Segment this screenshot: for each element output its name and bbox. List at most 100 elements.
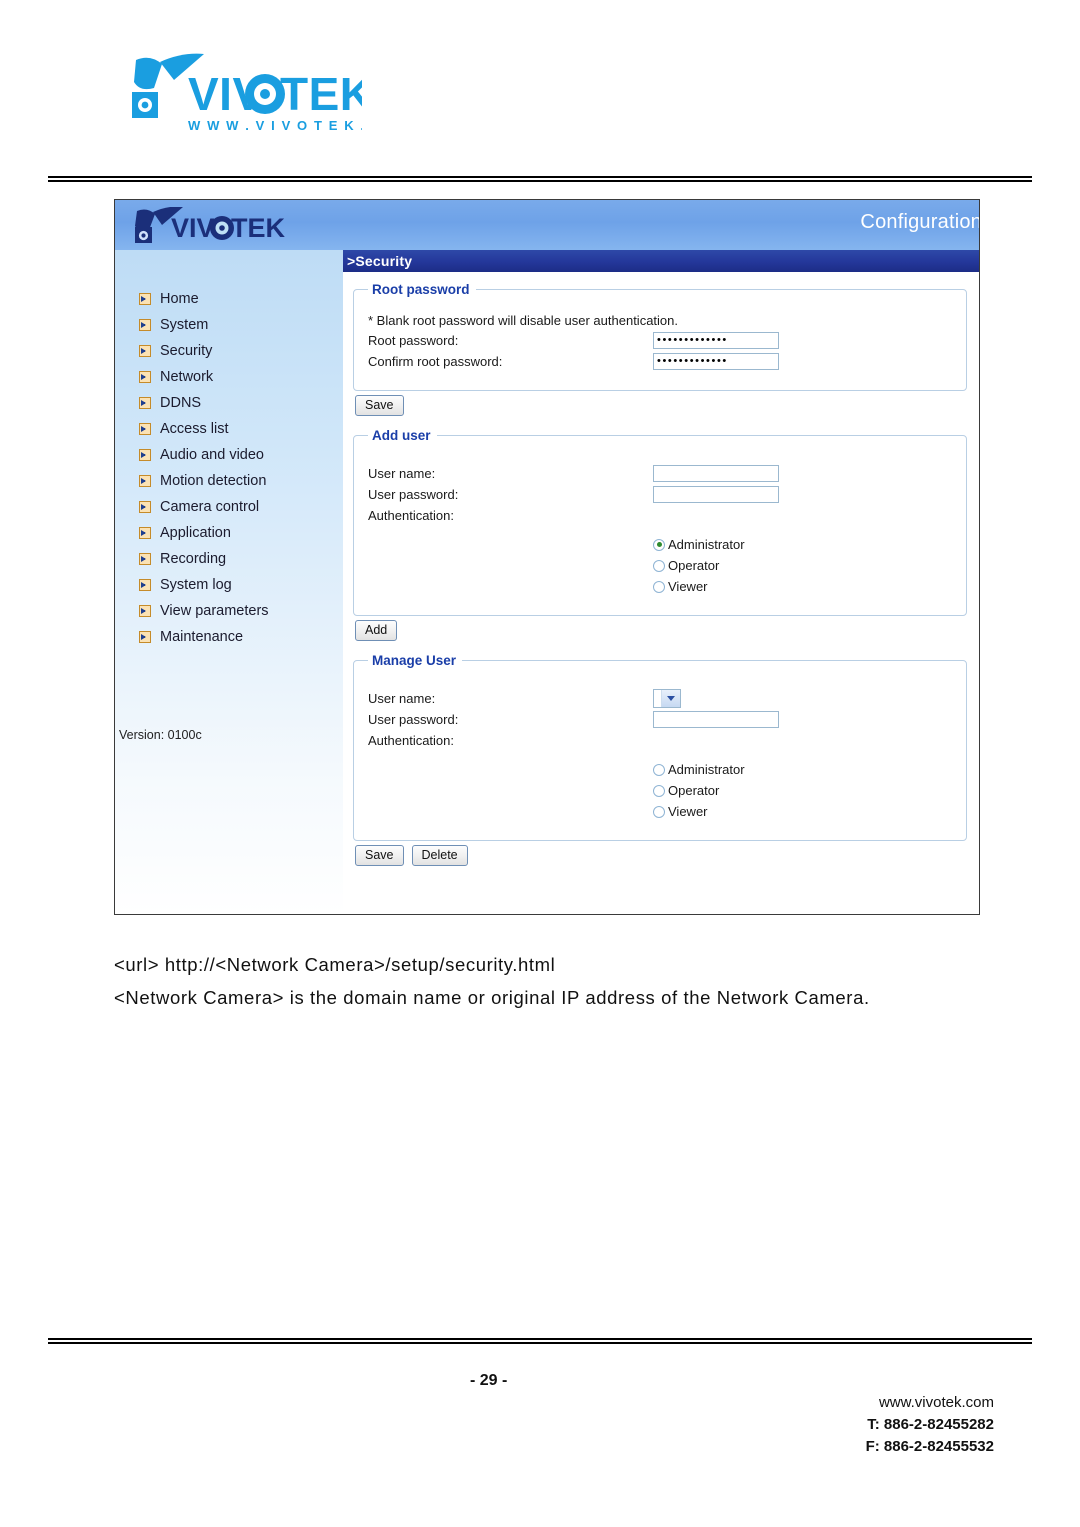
add-user-password-input[interactable] bbox=[653, 486, 779, 503]
sidebar-item-camera-control[interactable]: Camera control bbox=[115, 494, 343, 520]
arrow-right-icon bbox=[139, 293, 151, 305]
radio-icon bbox=[653, 538, 665, 551]
add-user-radio-viewer[interactable]: Viewer bbox=[653, 576, 952, 597]
add-user-button[interactable]: Add bbox=[355, 620, 398, 641]
sidebar-item-motion-detection[interactable]: Motion detection bbox=[115, 468, 343, 494]
app-body: Home System Security Network DDNS Access… bbox=[115, 250, 979, 914]
sidebar-item-maintenance[interactable]: Maintenance bbox=[115, 624, 343, 650]
radio-label: Operator bbox=[668, 783, 720, 798]
root-password-row: Root password: ••••••••••••• bbox=[368, 330, 952, 351]
page-number: - 29 - bbox=[470, 1372, 508, 1389]
manage-user-actions: Save Delete bbox=[355, 845, 967, 866]
arrow-right-icon bbox=[139, 397, 151, 409]
sidebar-item-label: Camera control bbox=[160, 499, 260, 515]
sidebar-item-label: Maintenance bbox=[160, 629, 244, 645]
svg-text:TEK: TEK bbox=[280, 68, 362, 120]
manage-user-name-label: User name: bbox=[368, 691, 436, 706]
manage-user-authentication-row: Authentication: bbox=[368, 730, 952, 751]
manage-user-legend: Manage User bbox=[372, 653, 457, 668]
manage-user-password-input[interactable] bbox=[653, 711, 779, 728]
sidebar-item-access-list[interactable]: Access list bbox=[115, 416, 343, 442]
radio-label: Administrator bbox=[668, 762, 745, 777]
add-user-actions: Add bbox=[355, 620, 967, 641]
footer-website: www.vivotek.com bbox=[878, 1394, 994, 1411]
confirm-root-password-input[interactable]: ••••••••••••• bbox=[653, 353, 779, 370]
sidebar-item-label: Application bbox=[160, 525, 231, 541]
sidebar-item-security[interactable]: Security bbox=[115, 338, 343, 364]
arrow-right-icon bbox=[139, 475, 151, 487]
root-password-label: Root password: bbox=[368, 333, 459, 348]
vivotek-page-logo: VIV TEK W W W . V I V O T E K . C O M bbox=[122, 48, 362, 136]
manage-user-password-row: User password: bbox=[368, 709, 952, 730]
manage-user-authentication-label: Authentication: bbox=[368, 733, 455, 748]
sidebar-item-view-parameters[interactable]: View parameters bbox=[115, 598, 343, 624]
arrow-right-icon bbox=[139, 501, 151, 513]
sidebar-item-label: Access list bbox=[160, 421, 229, 437]
radio-icon bbox=[653, 763, 665, 776]
add-user-radio-operator[interactable]: Operator bbox=[653, 555, 952, 576]
radio-icon bbox=[653, 580, 665, 593]
sidebar-item-label: Audio and video bbox=[160, 447, 264, 463]
confirm-root-password-row: Confirm root password: ••••••••••••• bbox=[368, 351, 952, 372]
add-user-radio-administrator[interactable]: Administrator bbox=[653, 534, 952, 555]
sidebar-item-label: Recording bbox=[160, 551, 227, 567]
root-password-actions: Save bbox=[355, 395, 967, 416]
chevron-down-icon bbox=[661, 690, 680, 707]
sidebar-item-label: Motion detection bbox=[160, 473, 267, 489]
root-password-note: * Blank root password will disable user … bbox=[368, 313, 679, 328]
sidebar-item-label: Network bbox=[160, 369, 214, 385]
radio-label: Viewer bbox=[668, 804, 708, 819]
arrow-right-icon bbox=[139, 527, 151, 539]
manage-user-password-label: User password: bbox=[368, 712, 459, 727]
arrow-right-icon bbox=[139, 319, 151, 331]
top-divider bbox=[48, 176, 1032, 182]
sidebar: Home System Security Network DDNS Access… bbox=[115, 250, 343, 914]
sidebar-item-network[interactable]: Network bbox=[115, 364, 343, 390]
manage-user-name-select[interactable] bbox=[653, 689, 681, 708]
manage-user-radio-administrator[interactable]: Administrator bbox=[653, 759, 952, 780]
root-password-panel: Root password * Blank root password will… bbox=[353, 282, 967, 391]
app-header-logo: VIV TEK bbox=[129, 206, 309, 244]
footer-phone: T: 886-2-82455282 bbox=[867, 1416, 994, 1433]
radio-icon bbox=[653, 559, 665, 572]
root-password-legend: Root password bbox=[372, 282, 470, 297]
svg-text:VIV: VIV bbox=[171, 213, 215, 243]
sidebar-item-ddns[interactable]: DDNS bbox=[115, 390, 343, 416]
svg-text:TEK: TEK bbox=[231, 213, 286, 243]
sidebar-item-system-log[interactable]: System log bbox=[115, 572, 343, 598]
radio-label: Administrator bbox=[668, 537, 745, 552]
figure-caption: <url> http://<Network Camera>/setup/secu… bbox=[114, 948, 994, 1014]
caption-line-url: <url> http://<Network Camera>/setup/secu… bbox=[114, 954, 556, 975]
sidebar-item-label: Home bbox=[160, 291, 199, 307]
arrow-right-icon bbox=[139, 579, 151, 591]
arrow-right-icon bbox=[139, 449, 151, 461]
manage-user-name-row: User name: bbox=[368, 688, 952, 709]
add-user-name-input[interactable] bbox=[653, 465, 779, 482]
network-camera-config-window: VIV TEK Configuration Home System Securi… bbox=[114, 199, 980, 915]
sidebar-item-recording[interactable]: Recording bbox=[115, 546, 343, 572]
arrow-right-icon bbox=[139, 423, 151, 435]
manage-user-save-button[interactable]: Save bbox=[355, 845, 404, 866]
confirm-root-password-label: Confirm root password: bbox=[368, 354, 503, 369]
arrow-right-icon bbox=[139, 631, 151, 643]
add-user-authentication-label: Authentication: bbox=[368, 508, 455, 523]
radio-icon bbox=[653, 805, 665, 818]
add-user-password-row: User password: bbox=[368, 484, 952, 505]
sidebar-item-application[interactable]: Application bbox=[115, 520, 343, 546]
root-password-input[interactable]: ••••••••••••• bbox=[653, 332, 779, 349]
breadcrumb: >Security bbox=[343, 250, 979, 272]
manage-user-radio-operator[interactable]: Operator bbox=[653, 780, 952, 801]
sidebar-item-label: View parameters bbox=[160, 603, 269, 619]
root-password-save-button[interactable]: Save bbox=[355, 395, 404, 416]
sidebar-item-label: System log bbox=[160, 577, 232, 593]
firmware-version: Version: 0100c bbox=[119, 728, 202, 742]
add-user-authentication-row: Authentication: bbox=[368, 505, 952, 526]
sidebar-item-system[interactable]: System bbox=[115, 312, 343, 338]
add-user-password-label: User password: bbox=[368, 487, 459, 502]
sidebar-item-audio-and-video[interactable]: Audio and video bbox=[115, 442, 343, 468]
manage-user-radio-viewer[interactable]: Viewer bbox=[653, 801, 952, 822]
sidebar-item-home[interactable]: Home bbox=[115, 286, 343, 312]
manage-user-delete-button[interactable]: Delete bbox=[411, 845, 468, 866]
manage-user-panel: Manage User User name: User password: Au… bbox=[353, 653, 967, 841]
footer-fax: F: 886-2-82455532 bbox=[865, 1438, 994, 1455]
